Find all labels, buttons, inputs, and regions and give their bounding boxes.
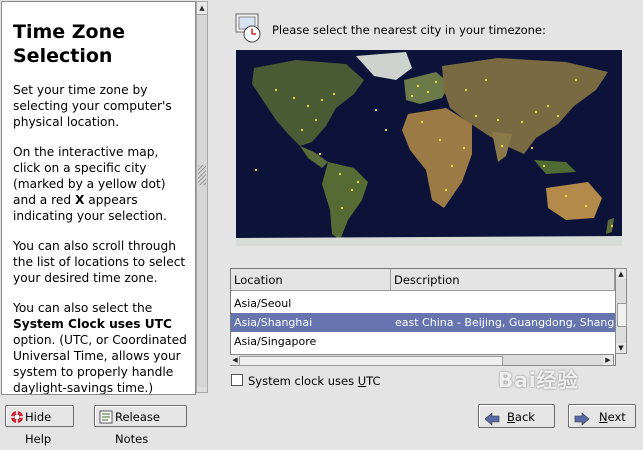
location-cell: Asia/Seoul xyxy=(234,297,292,310)
next-arrow-icon xyxy=(574,410,590,434)
scroll-down-arrow-icon[interactable]: ▼ xyxy=(616,343,626,353)
location-cell: Asia/Shanghai xyxy=(234,316,313,329)
lifebuoy-icon xyxy=(10,409,24,431)
help-panel: Time Zone Selection Set your time zone b… xyxy=(1,1,196,395)
scroll-right-arrow-icon[interactable]: ▶ xyxy=(603,355,613,365)
help-paragraph-2: On the interactive map, click on a speci… xyxy=(13,145,167,223)
hide-help-label: Hide Help xyxy=(25,410,52,446)
utc-checkbox[interactable] xyxy=(231,374,243,386)
description-cell: east China - Beijing, Guangdong, Shangha… xyxy=(395,316,615,329)
world-map-graphic[interactable] xyxy=(236,50,622,246)
prompt-text: Please select the nearest city in your t… xyxy=(272,23,546,37)
scroll-up-arrow-icon[interactable]: ▲ xyxy=(197,2,207,15)
back-arrow-icon xyxy=(484,410,500,434)
help-paragraph-1: Set your time zone by selecting your com… xyxy=(13,83,172,129)
help-title: Time Zone Selection xyxy=(13,21,126,67)
list-item[interactable]: Asia/Singapore xyxy=(231,332,615,351)
world-map[interactable] xyxy=(236,50,622,246)
list-item-selected[interactable]: Asia/Shanghai east China - Beijing, Guan… xyxy=(231,313,615,332)
list-item[interactable]: Asia/Seoul xyxy=(231,294,615,313)
help-scrollbar[interactable]: ▲ xyxy=(196,1,208,393)
watermark-logo: Bai经验 xyxy=(498,368,579,392)
utc-checkbox-row[interactable]: System clock uses UTC xyxy=(231,374,381,388)
list-hscroll-thumb[interactable] xyxy=(239,356,503,366)
notes-icon xyxy=(99,409,113,431)
clock-icon xyxy=(234,12,264,44)
location-list[interactable]: Location Description Asia/Seoul Asia/Sha… xyxy=(230,268,616,366)
next-label: Next xyxy=(599,410,626,424)
column-header-location[interactable]: Location xyxy=(231,269,391,291)
scroll-up-arrow-icon[interactable]: ▲ xyxy=(616,269,626,279)
location-cell: Asia/Singapore xyxy=(234,335,317,348)
grip-icon xyxy=(198,165,206,185)
list-vscroll-thumb[interactable] xyxy=(617,303,627,327)
release-notes-button[interactable]: Release Notes xyxy=(94,405,187,446)
help-paragraph-4: You can also select the System Clock use… xyxy=(13,301,187,395)
help-paragraph-3: You can also scroll through the list of … xyxy=(13,239,186,285)
utc-checkbox-label: System clock uses UTC xyxy=(248,374,381,388)
help-scroll-thumb[interactable] xyxy=(197,15,207,387)
back-label: Back xyxy=(507,410,535,424)
back-button[interactable]: Back xyxy=(478,404,555,428)
hide-help-button[interactable]: Hide Help xyxy=(5,405,74,446)
next-button[interactable]: Next xyxy=(568,404,636,428)
release-notes-label: Release Notes xyxy=(115,410,160,446)
column-header-description[interactable]: Description xyxy=(391,269,615,291)
list-vertical-scrollbar[interactable]: ▲ ▼ xyxy=(615,268,627,354)
